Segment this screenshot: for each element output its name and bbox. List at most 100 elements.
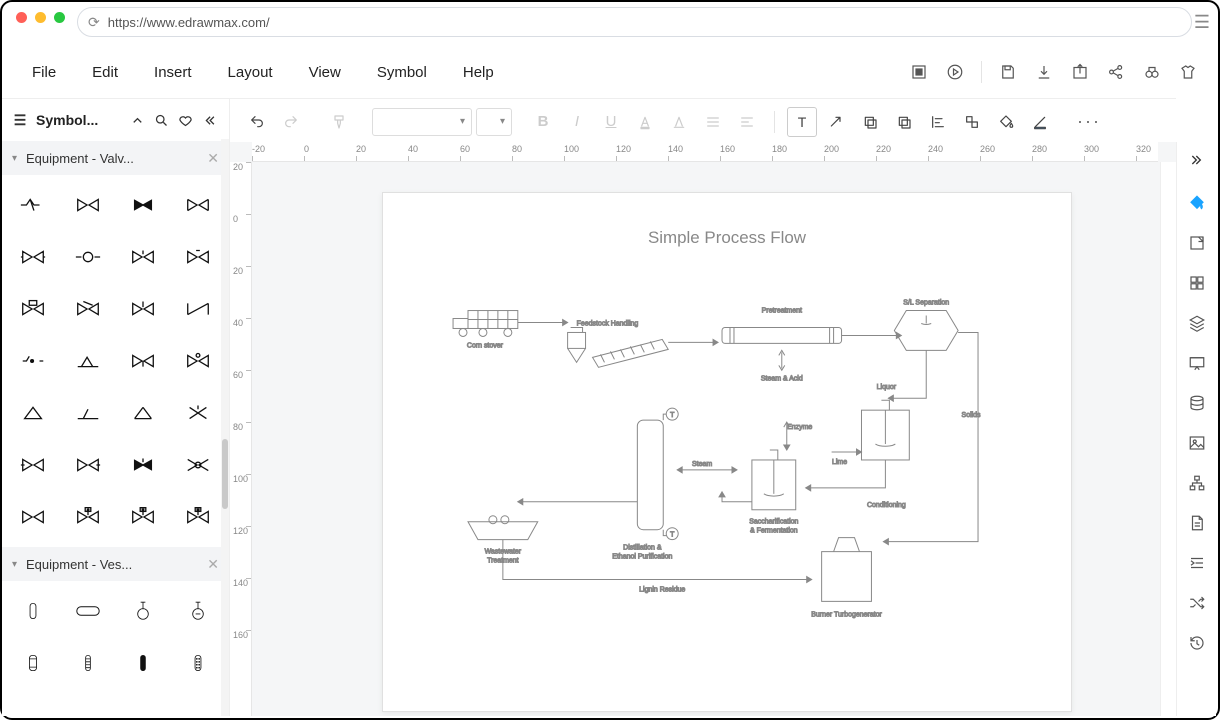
binoculars-icon[interactable] <box>1140 60 1164 84</box>
export-panel-icon[interactable] <box>1184 230 1210 256</box>
database-icon[interactable] <box>1184 390 1210 416</box>
menu-layout[interactable]: Layout <box>210 56 291 89</box>
valve-shape[interactable] <box>174 287 221 331</box>
valve-shape[interactable] <box>65 287 112 331</box>
vessel-shape[interactable] <box>120 589 167 633</box>
valve-shape[interactable] <box>10 391 57 435</box>
fullscreen-icon[interactable] <box>907 60 931 84</box>
valve-shape[interactable] <box>120 287 167 331</box>
valve-shape[interactable] <box>120 235 167 279</box>
format-painter-button[interactable] <box>324 107 354 137</box>
valve-shape[interactable] <box>65 339 112 383</box>
font-select[interactable]: ▾ <box>372 108 472 136</box>
category-valves[interactable]: ▾ Equipment - Valv... ✕ <box>2 141 229 175</box>
image-icon[interactable] <box>1184 430 1210 456</box>
download-icon[interactable] <box>1032 60 1056 84</box>
vessel-shape[interactable] <box>174 641 221 685</box>
valve-shape[interactable] <box>10 235 57 279</box>
presentation-icon[interactable] <box>1184 350 1210 376</box>
document-icon[interactable] <box>1184 510 1210 536</box>
menu-edit[interactable]: Edit <box>74 56 136 89</box>
play-icon[interactable] <box>943 60 967 84</box>
valve-shape[interactable]: M <box>174 495 221 539</box>
canvas-scrollbar[interactable] <box>1160 162 1176 716</box>
valve-shape[interactable] <box>120 339 167 383</box>
valve-shape[interactable] <box>174 391 221 435</box>
align-button[interactable] <box>698 107 728 137</box>
shape-back-button[interactable] <box>855 107 885 137</box>
valve-shape[interactable] <box>174 235 221 279</box>
shuffle-icon[interactable] <box>1184 590 1210 616</box>
fill-button[interactable] <box>991 107 1021 137</box>
text-tool-button[interactable]: T <box>787 107 817 137</box>
valve-shape[interactable] <box>174 443 221 487</box>
toolbar-more-button[interactable]: ··· <box>1071 111 1107 132</box>
vessel-shape[interactable] <box>65 641 112 685</box>
category-vessels[interactable]: ▾ Equipment - Ves... ✕ <box>2 547 229 581</box>
panel-scrollbar[interactable] <box>221 139 229 716</box>
close-icon[interactable]: ✕ <box>207 150 219 167</box>
search-icon[interactable] <box>149 108 173 132</box>
close-window[interactable] <box>16 12 27 23</box>
vessel-shape[interactable] <box>10 589 57 633</box>
paint-bucket-icon[interactable] <box>1184 190 1210 216</box>
canvas[interactable]: Simple Process Flow Corn stover Feedstoc… <box>252 162 1158 716</box>
menu-file[interactable]: File <box>14 56 74 89</box>
text-highlight-button[interactable] <box>664 107 694 137</box>
menu-symbol[interactable]: Symbol <box>359 56 445 89</box>
redo-button[interactable] <box>276 107 306 137</box>
valve-shape[interactable] <box>10 339 57 383</box>
share-icon[interactable] <box>1104 60 1128 84</box>
valve-shape[interactable] <box>65 443 112 487</box>
undo-button[interactable] <box>242 107 272 137</box>
valve-shape[interactable]: S <box>65 495 112 539</box>
indent-icon[interactable] <box>1184 550 1210 576</box>
browser-menu-icon[interactable]: ☰ <box>1194 12 1210 33</box>
font-size-select[interactable]: ▾ <box>476 108 512 136</box>
vessel-shape[interactable] <box>65 589 112 633</box>
collapse-up-icon[interactable] <box>125 108 149 132</box>
grid-icon[interactable] <box>1184 270 1210 296</box>
align-objects-button[interactable] <box>923 107 953 137</box>
save-icon[interactable] <box>996 60 1020 84</box>
sitemap-icon[interactable] <box>1184 470 1210 496</box>
menu-view[interactable]: View <box>291 56 359 89</box>
minimize-window[interactable] <box>35 12 46 23</box>
valve-shape[interactable] <box>10 495 57 539</box>
menu-help[interactable]: Help <box>445 56 512 89</box>
menu-insert[interactable]: Insert <box>136 56 210 89</box>
library-icon[interactable]: ☰ <box>10 112 30 129</box>
favorite-icon[interactable] <box>173 108 197 132</box>
close-icon[interactable]: ✕ <box>207 556 219 573</box>
export-icon[interactable] <box>1068 60 1092 84</box>
valve-shape[interactable] <box>120 391 167 435</box>
vessel-shape[interactable] <box>174 589 221 633</box>
font-color-button[interactable] <box>630 107 660 137</box>
collapse-rail-icon[interactable] <box>1189 152 1205 176</box>
valve-shape[interactable] <box>120 183 167 227</box>
shape-front-button[interactable] <box>889 107 919 137</box>
line-spacing-button[interactable] <box>732 107 762 137</box>
connector-tool-button[interactable] <box>821 107 851 137</box>
history-icon[interactable] <box>1184 630 1210 656</box>
layers-icon[interactable] <box>1184 310 1210 336</box>
valve-shape[interactable] <box>10 287 57 331</box>
url-bar[interactable]: ⟳ https://www.edrawmax.com/ <box>77 7 1192 37</box>
page-sheet[interactable]: Simple Process Flow Corn stover Feedstoc… <box>382 192 1072 712</box>
refresh-icon[interactable]: ⟳ <box>88 14 100 31</box>
valve-shape[interactable] <box>10 183 57 227</box>
line-color-button[interactable] <box>1025 107 1055 137</box>
vessel-shape[interactable] <box>10 641 57 685</box>
vessel-shape[interactable] <box>120 641 167 685</box>
maximize-window[interactable] <box>54 12 65 23</box>
valve-shape[interactable] <box>65 183 112 227</box>
collapse-panel-icon[interactable] <box>197 108 221 132</box>
valve-shape[interactable]: H <box>120 495 167 539</box>
shirt-icon[interactable] <box>1176 60 1200 84</box>
group-button[interactable] <box>957 107 987 137</box>
valve-shape[interactable] <box>120 443 167 487</box>
valve-shape[interactable] <box>10 443 57 487</box>
valve-shape[interactable] <box>65 391 112 435</box>
valve-shape[interactable] <box>65 235 112 279</box>
underline-button[interactable]: U <box>596 107 626 137</box>
